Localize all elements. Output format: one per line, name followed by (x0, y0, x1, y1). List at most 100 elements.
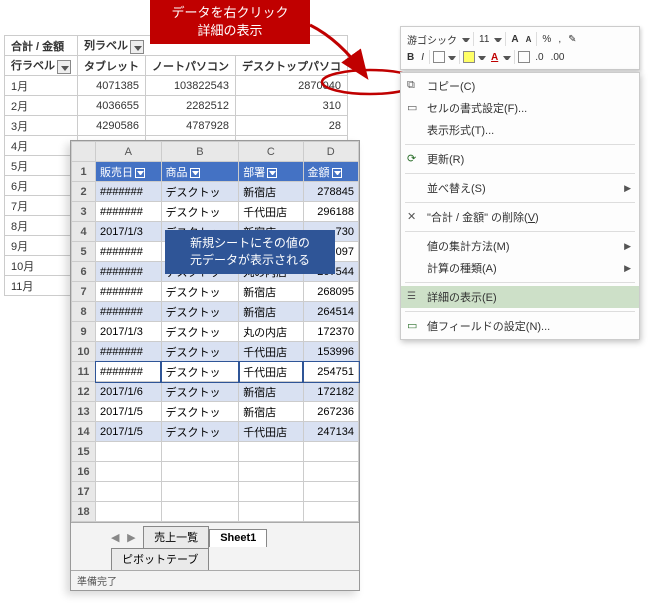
table-cell[interactable]: 千代田店 (239, 422, 303, 442)
col-B[interactable]: B (161, 142, 239, 162)
table-cell[interactable]: 2017/1/3 (96, 222, 162, 242)
table-cell[interactable] (96, 502, 162, 522)
table-cell[interactable]: 254751 (303, 362, 359, 382)
pivot-cell[interactable]: 4787928 (146, 116, 236, 136)
menu-copy[interactable]: コピー(C) (401, 75, 639, 97)
tab-sales[interactable]: 売上一覧 (143, 526, 209, 548)
table-cell[interactable]: 153996 (303, 342, 359, 362)
table-cell[interactable] (161, 502, 239, 522)
row-header[interactable]: 2 (72, 182, 96, 202)
table-cell[interactable]: デスクトッ (161, 302, 239, 322)
menu-sort[interactable]: 並べ替え(S)▶ (401, 177, 639, 199)
row-header[interactable]: 18 (72, 502, 96, 522)
table-cell[interactable]: 新宿店 (239, 382, 303, 402)
col-filter-dropdown[interactable] (130, 40, 144, 54)
row-header[interactable]: 10 (72, 342, 96, 362)
table-cell[interactable]: 丸の内店 (239, 322, 303, 342)
pivot-row-label[interactable]: 2月 (5, 96, 78, 116)
tab-nav-prev[interactable]: ◀ (111, 531, 121, 541)
table-cell[interactable]: 千代田店 (239, 342, 303, 362)
table-cell[interactable]: 172370 (303, 322, 359, 342)
row-header[interactable]: 3 (72, 202, 96, 222)
table-cell[interactable] (303, 442, 359, 462)
decrease-decimal-icon[interactable]: .0 (533, 52, 545, 63)
row-header[interactable]: 14 (72, 422, 96, 442)
table-cell[interactable] (239, 442, 303, 462)
pivot-row-label[interactable]: 10月 (5, 256, 78, 276)
table-cell[interactable]: 278845 (303, 182, 359, 202)
table-cell[interactable]: 新宿店 (239, 402, 303, 422)
col-C[interactable]: C (239, 142, 303, 162)
tab-nav-next[interactable]: ▶ (127, 531, 137, 541)
pivot-colhdr-2[interactable]: デスクトップパソコ (236, 56, 348, 76)
table-cell[interactable] (161, 462, 239, 482)
table-cell[interactable] (161, 442, 239, 462)
table-cell[interactable]: デスクトッ (161, 362, 239, 382)
row-header[interactable]: 5 (72, 242, 96, 262)
row-header[interactable]: 13 (72, 402, 96, 422)
table-cell[interactable]: 267236 (303, 402, 359, 422)
font-name[interactable]: 游ゴシック (405, 32, 459, 47)
row-filter-dropdown[interactable] (57, 60, 71, 74)
table-cell[interactable] (303, 502, 359, 522)
pivot-cell[interactable]: 28 (236, 116, 348, 136)
row-header[interactable]: 9 (72, 322, 96, 342)
pivot-colhdr-0[interactable]: タブレット (78, 56, 146, 76)
table-cell[interactable] (239, 502, 303, 522)
table-cell[interactable]: 247134 (303, 422, 359, 442)
fill-color-button[interactable] (463, 51, 475, 63)
table-cell[interactable]: ####### (96, 282, 162, 302)
increase-font-icon[interactable]: A (509, 34, 520, 45)
table-cell[interactable] (96, 442, 162, 462)
hdr-filter-date[interactable] (135, 168, 145, 178)
row-header[interactable]: 17 (72, 482, 96, 502)
table-cell[interactable]: ####### (96, 182, 162, 202)
table-cell[interactable]: 2017/1/5 (96, 402, 162, 422)
pivot-colhdr-1[interactable]: ノートパソコン (146, 56, 236, 76)
table-cell[interactable]: ####### (96, 342, 162, 362)
row-header[interactable]: 11 (72, 362, 96, 382)
pivot-row-label[interactable]: 11月 (5, 276, 78, 296)
pivot-row-label[interactable]: 7月 (5, 196, 78, 216)
table-cell[interactable]: ####### (96, 262, 162, 282)
pivot-cell[interactable]: 4036655 (78, 96, 146, 116)
hdr-filter-dept[interactable] (267, 168, 277, 178)
tab-sheet1[interactable]: Sheet1 (209, 529, 267, 547)
menu-summarize-by[interactable]: 値の集計方法(M)▶ (401, 235, 639, 257)
pivot-cell[interactable]: 2870040 (236, 76, 348, 96)
pivot-row-label[interactable]: 9月 (5, 236, 78, 256)
menu-format-cells[interactable]: セルの書式設定(F)... (401, 97, 639, 119)
menu-refresh[interactable]: 更新(R) (401, 148, 639, 170)
pivot-cell[interactable]: 4071385 (78, 76, 146, 96)
table-cell[interactable]: ####### (96, 362, 162, 382)
pivot-row-label[interactable]: 5月 (5, 156, 78, 176)
table-cell[interactable]: ####### (96, 302, 162, 322)
pivot-cell[interactable]: 4290586 (78, 116, 146, 136)
pivot-cell[interactable]: 310 (236, 96, 348, 116)
row-header[interactable]: 15 (72, 442, 96, 462)
bold-button[interactable]: B (405, 52, 416, 63)
menu-display-format[interactable]: 表示形式(T)... (401, 119, 639, 141)
table-cell[interactable]: デスクトッ (161, 282, 239, 302)
borders-icon[interactable] (518, 51, 530, 63)
table-cell[interactable]: 千代田店 (239, 202, 303, 222)
pivot-row-label[interactable]: 8月 (5, 216, 78, 236)
table-cell[interactable]: デスクトッ (161, 202, 239, 222)
table-cell[interactable] (96, 482, 162, 502)
col-A[interactable]: A (96, 142, 162, 162)
table-cell[interactable]: 296188 (303, 202, 359, 222)
row-header[interactable]: 8 (72, 302, 96, 322)
table-cell[interactable]: 172182 (303, 382, 359, 402)
table-cell[interactable]: デスクトッ (161, 182, 239, 202)
table-cell[interactable]: 268095 (303, 282, 359, 302)
detail-data-grid[interactable]: A B C D 1 販売日 商品 部署 金額 2#######デスクトッ新宿店2… (71, 141, 359, 522)
hdr-filter-product[interactable] (190, 168, 200, 178)
table-cell[interactable]: デスクトッ (161, 422, 239, 442)
border-button[interactable] (433, 51, 445, 63)
row-header[interactable]: 12 (72, 382, 96, 402)
table-cell[interactable]: 千代田店 (239, 362, 303, 382)
table-cell[interactable]: デスクトッ (161, 322, 239, 342)
table-cell[interactable] (239, 482, 303, 502)
italic-button[interactable]: I (419, 52, 426, 63)
percent-icon[interactable]: % (540, 34, 553, 45)
